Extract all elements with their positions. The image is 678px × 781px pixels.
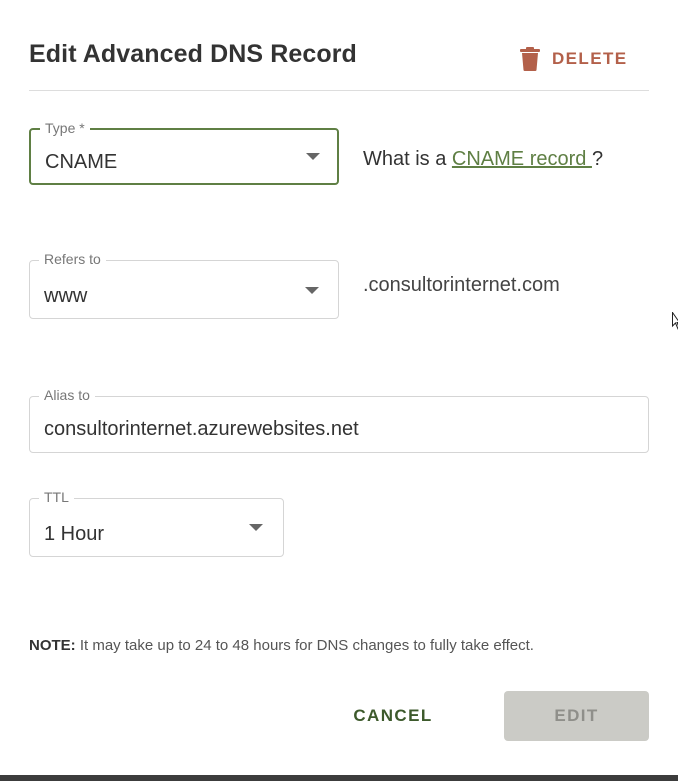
domain-suffix: .consultorinternet.com: [363, 274, 560, 296]
delete-label: DELETE: [552, 49, 628, 68]
header-divider: [29, 90, 649, 91]
type-value: CNAME: [45, 151, 118, 173]
cancel-button[interactable]: CANCEL: [340, 691, 446, 741]
caret-down-icon: [249, 524, 263, 531]
ttl-label: TTL: [39, 488, 74, 506]
alias-to-value: consultorinternet.azurewebsites.net: [44, 418, 359, 440]
dialog-title: Edit Advanced DNS Record: [29, 40, 357, 68]
type-label: Type *: [40, 119, 90, 137]
ttl-value: 1 Hour: [44, 523, 105, 545]
cname-record-link[interactable]: CNAME record: [452, 148, 592, 170]
edit-button[interactable]: EDIT: [504, 691, 649, 741]
cname-help-text: What is a CNAME record ?: [363, 148, 603, 171]
type-select[interactable]: Type * CNAME: [29, 119, 339, 185]
mouse-pointer-icon: [672, 310, 678, 335]
help-suffix: ?: [591, 148, 604, 170]
alias-to-label: Alias to: [39, 386, 95, 404]
caret-down-icon: [306, 153, 320, 160]
trash-icon: [520, 47, 540, 71]
bottom-edge: [0, 775, 678, 781]
refers-to-value: www: [44, 285, 88, 307]
caret-down-icon: [305, 287, 319, 294]
edit-dns-record-dialog: Edit Advanced DNS Record DELETE Type * C…: [0, 0, 678, 781]
refers-to-select[interactable]: Refers to www: [29, 250, 339, 319]
dns-note: NOTE: It may take up to 24 to 48 hours f…: [29, 637, 534, 654]
alias-to-input[interactable]: Alias to consultorinternet.azurewebsites…: [29, 386, 649, 453]
refers-to-label: Refers to: [39, 250, 106, 268]
note-text: It may take up to 24 to 48 hours for DNS…: [75, 637, 534, 654]
delete-button[interactable]: DELETE: [520, 42, 627, 76]
ttl-select[interactable]: TTL 1 Hour: [29, 488, 284, 557]
note-prefix: NOTE:: [29, 637, 76, 654]
help-prefix: What is a: [363, 148, 452, 170]
